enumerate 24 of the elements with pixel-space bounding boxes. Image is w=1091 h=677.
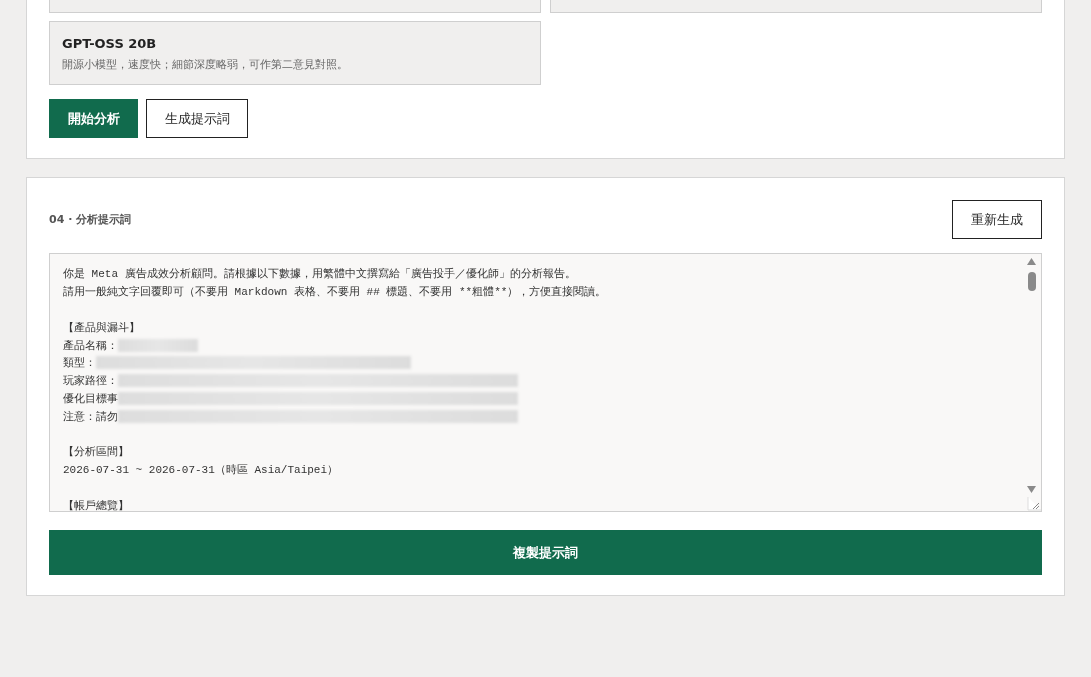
prompt-line: 請用一般純文字回覆即可（不要用 Markdown 表格、不要用 ## 標題、不要用 **粗體**），方便直接閱讀。 — [63, 285, 607, 300]
prompt-line: 你是 Meta 廣告成效分析顧問。請根據以下數據，用繁體中文撰寫給「廣告投手／優化師」的分析報告。 — [63, 266, 576, 282]
prompt-line: 2026-07-31 ~ 2026-07-31（時區 Asia/Taipei） — [63, 463, 339, 478]
prompt-line: 【產品與漏斗】 — [63, 320, 140, 335]
prompt-line: 玩家路徑： — [63, 374, 118, 389]
prompt-line: 【分析區間】 — [63, 445, 129, 460]
scroll-up-icon[interactable] — [1027, 258, 1036, 265]
prompt-line: 優化目標事 — [63, 391, 118, 406]
scroll-down-icon[interactable] — [1027, 486, 1036, 493]
prompt-line: 類型： — [63, 356, 96, 371]
scrollbar-thumb[interactable] — [1028, 272, 1036, 291]
prompt-line: 注意：請勿 — [63, 409, 118, 424]
section-title: 04 · 分析提示詞 — [49, 212, 132, 227]
prompt-line: 【帳戶總覽】 — [63, 498, 129, 511]
prompt-field[interactable]: 你是 Meta 廣告成效分析顧問。請根據以下數據，用繁體中文撰寫給「廣告投手／優化師」的分析報告。 請用一般純文字回覆即可（不要用 Markdown 表格、不要用 ## 標題、不要用 **粗體**），方便直接閱讀。 【產品與漏斗】 產品名稱： 類型： 玩家路徑： 優化目標事 注意：請勿 【分析區間】 2026-07-31 ~ 2026-07-31（時區 Asia/Taipei） 【帳戶總覽】 — [49, 253, 1042, 512]
generate-button[interactable]: 生成提示詞 — [146, 99, 248, 138]
regenerate-button[interactable]: 重新生成 — [952, 200, 1042, 239]
model-name: GPT-OSS 20B — [62, 36, 158, 51]
copy-button[interactable]: 複製提示詞 — [49, 530, 1042, 575]
analyze-button[interactable]: 開始分析 — [49, 99, 138, 138]
model-card[interactable]: GPT-OSS 20B 開源小模型，速度快；細節深度略弱，可作第二意見對照。 — [49, 21, 541, 85]
model-description: 開源小模型，速度快；細節深度略弱，可作第二意見對照。 — [62, 57, 349, 72]
prompt-line: 產品名稱： — [63, 338, 118, 353]
resize-grip-icon[interactable] — [1027, 497, 1041, 511]
